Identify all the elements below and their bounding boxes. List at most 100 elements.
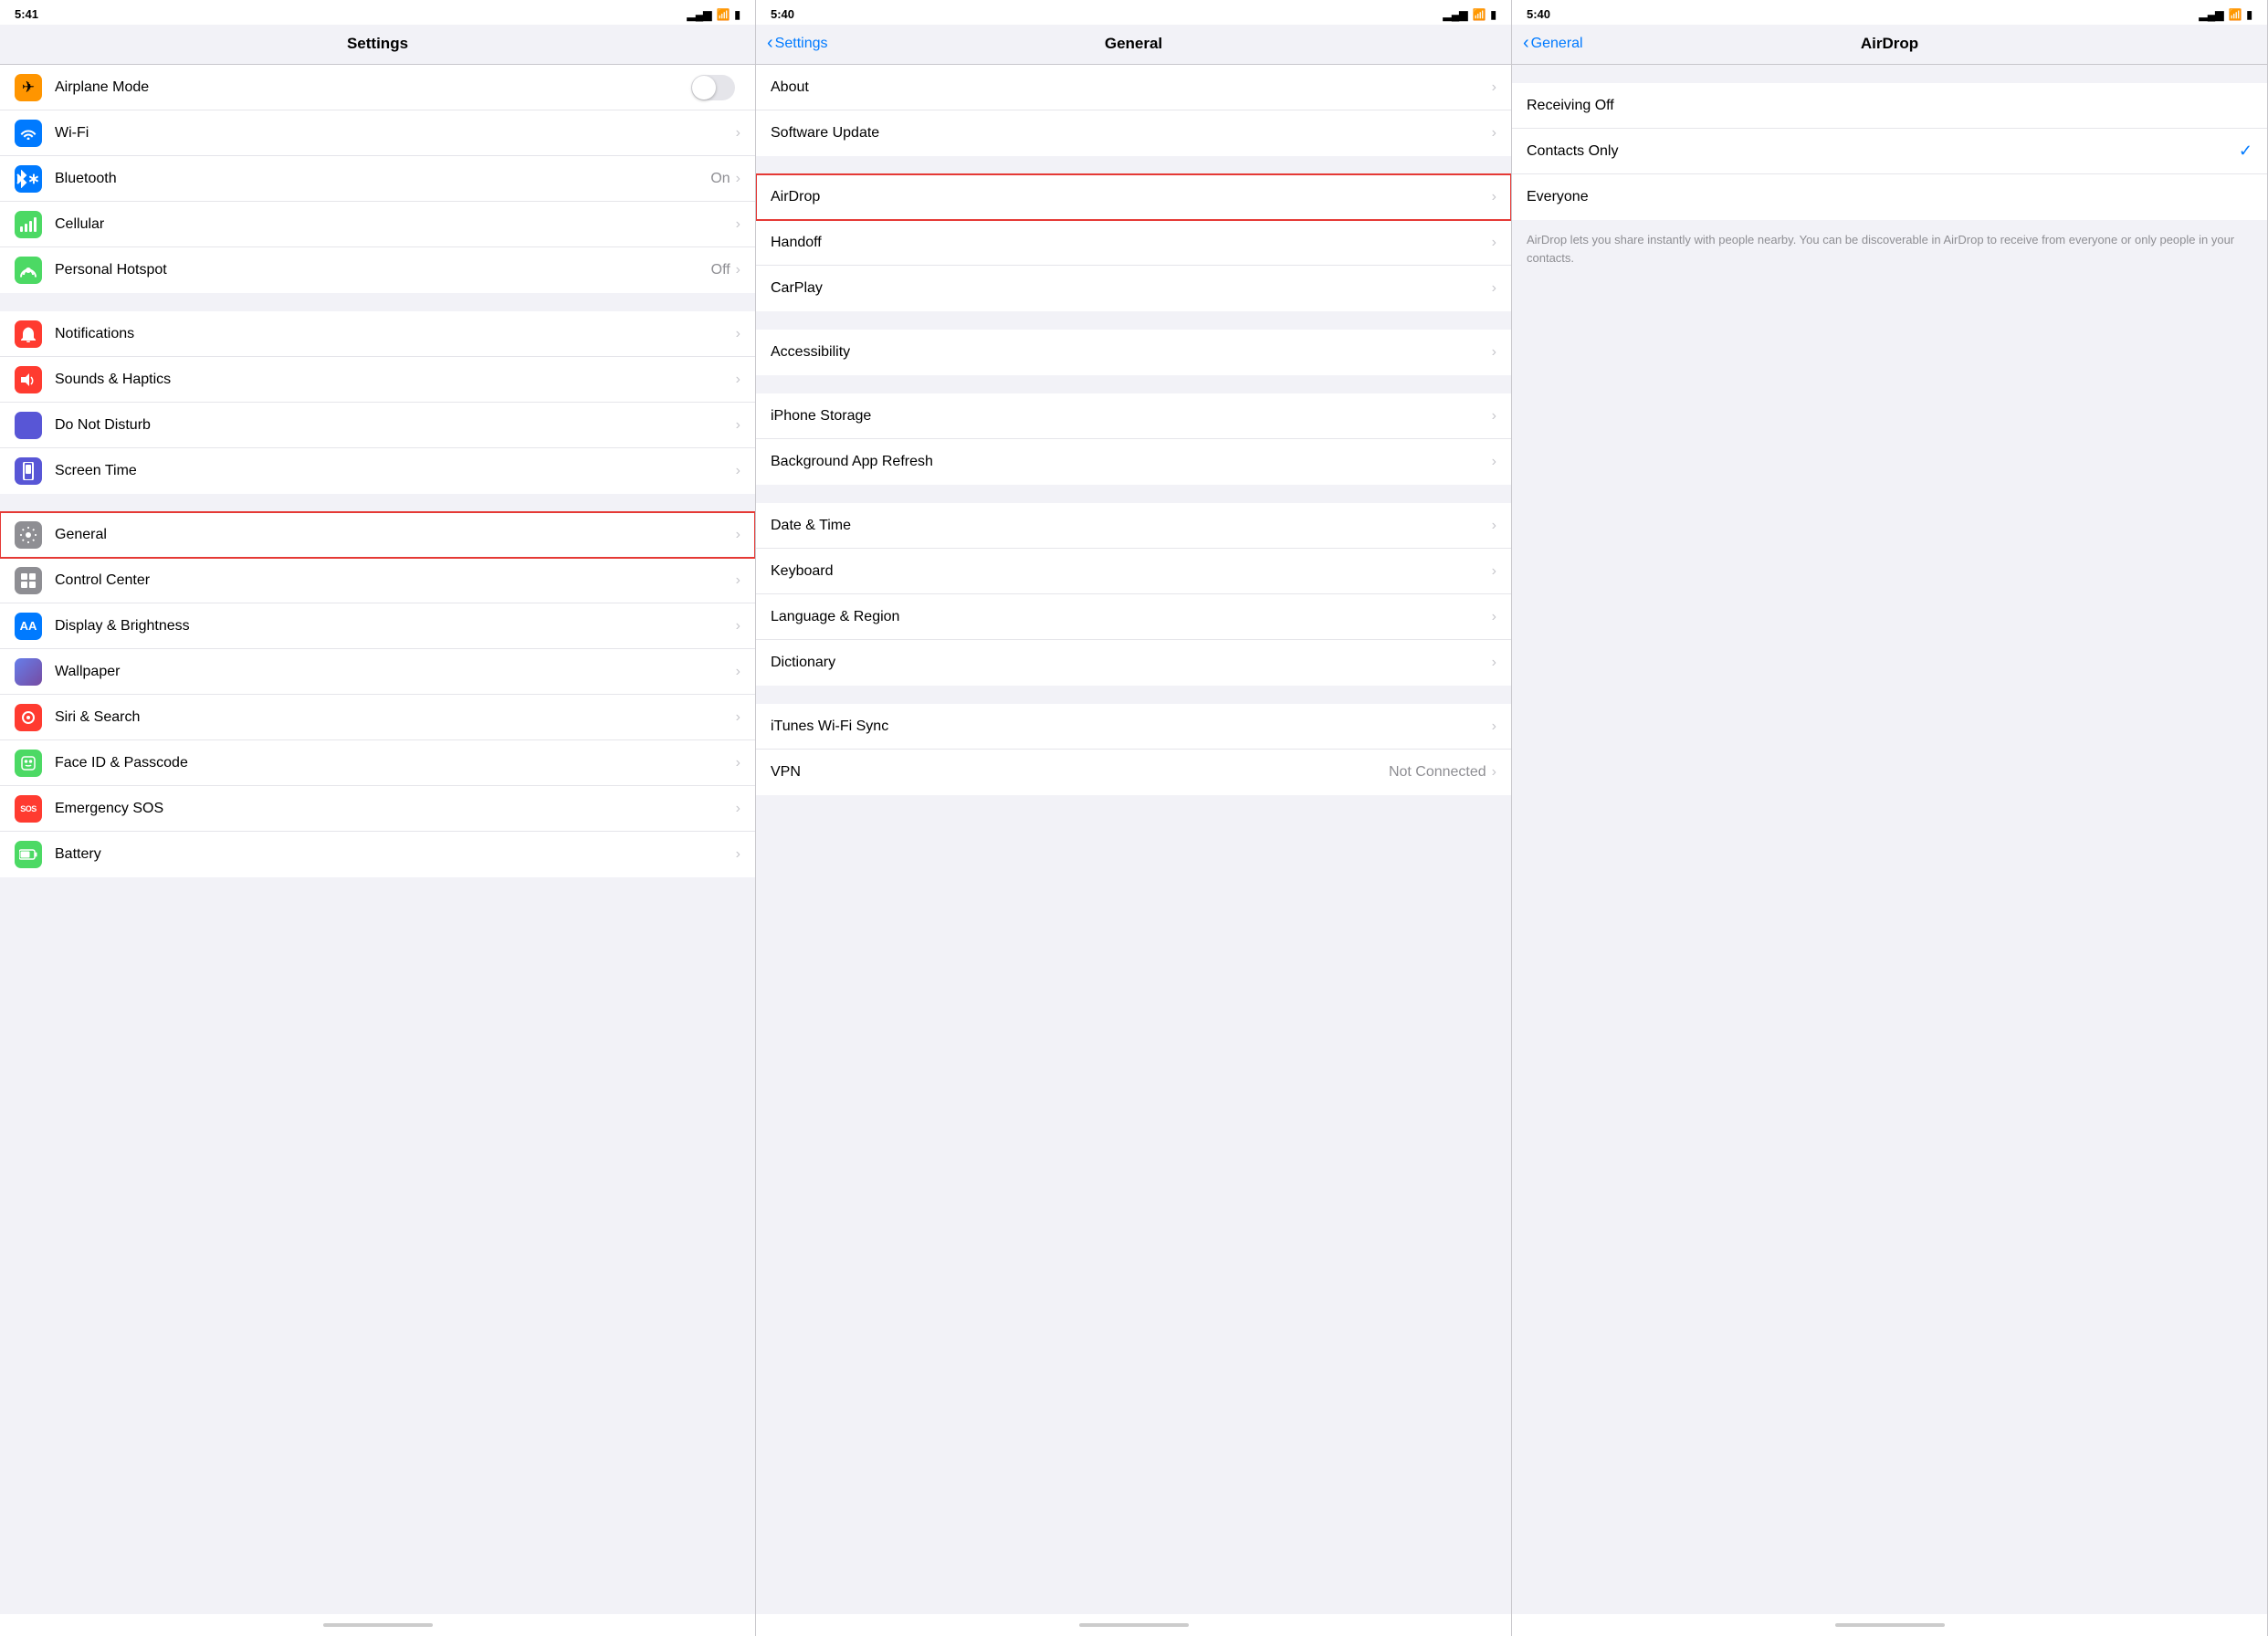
controlcenter-label: Control Center xyxy=(55,572,736,589)
back-label-airdrop: General xyxy=(1531,36,1583,52)
row-handoff[interactable]: Handoff › xyxy=(756,220,1511,266)
row-faceid[interactable]: Face ID & Passcode › xyxy=(0,740,755,786)
row-wifi[interactable]: Wi-Fi › xyxy=(0,110,755,156)
row-wallpaper[interactable]: Wallpaper › xyxy=(0,649,755,695)
row-cellular[interactable]: Cellular › xyxy=(0,202,755,247)
row-sos[interactable]: SOS Emergency SOS › xyxy=(0,786,755,832)
row-general[interactable]: General › xyxy=(0,512,755,558)
back-chevron-general: ‹ xyxy=(767,34,773,52)
status-icons-airdrop: ▂▄▆ 📶 ▮ xyxy=(2199,8,2252,21)
home-bar-3 xyxy=(1835,1623,1945,1627)
everyone-label: Everyone xyxy=(1527,189,2252,205)
row-carplay[interactable]: CarPlay › xyxy=(756,266,1511,311)
gap-g1 xyxy=(756,156,1511,174)
status-bar-general: 5:40 ▂▄▆ 📶 ▮ xyxy=(756,0,1511,25)
status-bar-settings: 5:41 ▂▄▆ 📶 ▮ xyxy=(0,0,755,25)
back-chevron-airdrop: ‹ xyxy=(1523,34,1529,52)
gap-a0 xyxy=(1512,65,2267,83)
signal-icon-a: ▂▄▆ xyxy=(2199,8,2223,21)
about-chevron: › xyxy=(1492,79,1496,96)
row-about[interactable]: About › xyxy=(756,65,1511,110)
row-sounds[interactable]: Sounds & Haptics › xyxy=(0,357,755,403)
wifi-icon: 📶 xyxy=(716,8,730,21)
bluetooth-value: On xyxy=(710,171,730,187)
general-panel: 5:40 ▂▄▆ 📶 ▮ ‹ Settings General About › … xyxy=(756,0,1512,1636)
row-notifications[interactable]: Notifications › xyxy=(0,311,755,357)
battery-chevron: › xyxy=(736,846,740,863)
about-label: About xyxy=(771,79,1492,96)
back-to-general[interactable]: ‹ General xyxy=(1523,35,1583,52)
datetime-chevron: › xyxy=(1492,518,1496,534)
time-general: 5:40 xyxy=(771,7,794,21)
row-accessibility[interactable]: Accessibility › xyxy=(756,330,1511,375)
option-contacts-only[interactable]: Contacts Only ✓ xyxy=(1512,129,2267,174)
row-siri[interactable]: Siri & Search › xyxy=(0,695,755,740)
airplane-toggle[interactable] xyxy=(691,75,735,100)
row-keyboard[interactable]: Keyboard › xyxy=(756,549,1511,594)
option-receiving-off[interactable]: Receiving Off xyxy=(1512,83,2267,129)
wallpaper-chevron: › xyxy=(736,664,740,680)
bottom-spacing xyxy=(0,877,755,905)
keyboard-label: Keyboard xyxy=(771,563,1492,580)
back-label-general: Settings xyxy=(775,36,828,52)
settings-section-2: Notifications › Sounds & Haptics › xyxy=(0,311,755,494)
home-indicator-1 xyxy=(0,1614,755,1636)
general-scroll[interactable]: About › Software Update › AirDrop › Hand… xyxy=(756,65,1511,1614)
controlcenter-chevron: › xyxy=(736,572,740,589)
accessibility-chevron: › xyxy=(1492,344,1496,361)
option-everyone[interactable]: Everyone xyxy=(1512,174,2267,220)
row-hotspot[interactable]: Personal Hotspot Off › xyxy=(0,247,755,293)
vpn-label: VPN xyxy=(771,764,1389,781)
time-airdrop: 5:40 xyxy=(1527,7,1550,21)
hotspot-label: Personal Hotspot xyxy=(55,262,711,278)
row-softwareupdate[interactable]: Software Update › xyxy=(756,110,1511,156)
row-airdrop[interactable]: AirDrop › xyxy=(756,174,1511,220)
nav-bar-settings: Settings xyxy=(0,25,755,65)
gap-g3 xyxy=(756,375,1511,393)
accessibility-label: Accessibility xyxy=(771,344,1492,361)
softwareupdate-chevron: › xyxy=(1492,125,1496,142)
cellular-icon xyxy=(15,211,42,238)
general-nav-title: General xyxy=(1105,35,1162,53)
row-controlcenter[interactable]: Control Center › xyxy=(0,558,755,603)
general-section-5: Date & Time › Keyboard › Language & Regi… xyxy=(756,503,1511,686)
airdrop-scroll[interactable]: Receiving Off Contacts Only ✓ Everyone A… xyxy=(1512,65,2267,1614)
row-donotdisturb[interactable]: Do Not Disturb › xyxy=(0,403,755,448)
row-ituneswifi[interactable]: iTunes Wi-Fi Sync › xyxy=(756,704,1511,750)
row-screentime[interactable]: Screen Time › xyxy=(0,448,755,494)
nav-bar-airdrop: ‹ General AirDrop xyxy=(1512,25,2267,65)
status-icons-settings: ▂▄▆ 📶 ▮ xyxy=(687,8,740,21)
gap-g4 xyxy=(756,485,1511,503)
row-dictionary[interactable]: Dictionary › xyxy=(756,640,1511,686)
row-bluetooth[interactable]: ∗ Bluetooth On › xyxy=(0,156,755,202)
cellular-chevron: › xyxy=(736,216,740,233)
faceid-chevron: › xyxy=(736,755,740,771)
display-label: Display & Brightness xyxy=(55,618,736,634)
battery-icon-a: ▮ xyxy=(2246,8,2252,21)
hotspot-value: Off xyxy=(711,262,730,278)
notifications-icon xyxy=(15,320,42,348)
row-airplane[interactable]: ✈ Airplane Mode xyxy=(0,65,755,110)
row-datetime[interactable]: Date & Time › xyxy=(756,503,1511,549)
row-language[interactable]: Language & Region › xyxy=(756,594,1511,640)
notifications-label: Notifications xyxy=(55,326,736,342)
row-vpn[interactable]: VPN Not Connected › xyxy=(756,750,1511,795)
battery-label: Battery xyxy=(55,846,736,863)
home-bar-1 xyxy=(323,1623,433,1627)
settings-section-3: General › Control Center › AA Display & xyxy=(0,512,755,877)
ituneswifi-label: iTunes Wi-Fi Sync xyxy=(771,718,1492,735)
battery-icon: ▮ xyxy=(734,8,740,21)
row-backgroundapp[interactable]: Background App Refresh › xyxy=(756,439,1511,485)
settings-scroll[interactable]: ✈ Airplane Mode Wi-Fi › xyxy=(0,65,755,1614)
backgroundapp-chevron: › xyxy=(1492,454,1496,470)
general-section-6: iTunes Wi-Fi Sync › VPN Not Connected › xyxy=(756,704,1511,795)
back-to-settings[interactable]: ‹ Settings xyxy=(767,35,827,52)
receiving-off-label: Receiving Off xyxy=(1527,98,2252,114)
row-display[interactable]: AA Display & Brightness › xyxy=(0,603,755,649)
row-battery[interactable]: Battery › xyxy=(0,832,755,877)
gap-g2 xyxy=(756,311,1511,330)
carplay-label: CarPlay xyxy=(771,280,1492,297)
row-iphonestorage[interactable]: iPhone Storage › xyxy=(756,393,1511,439)
battery-icon-g: ▮ xyxy=(1490,8,1496,21)
siri-chevron: › xyxy=(736,709,740,726)
